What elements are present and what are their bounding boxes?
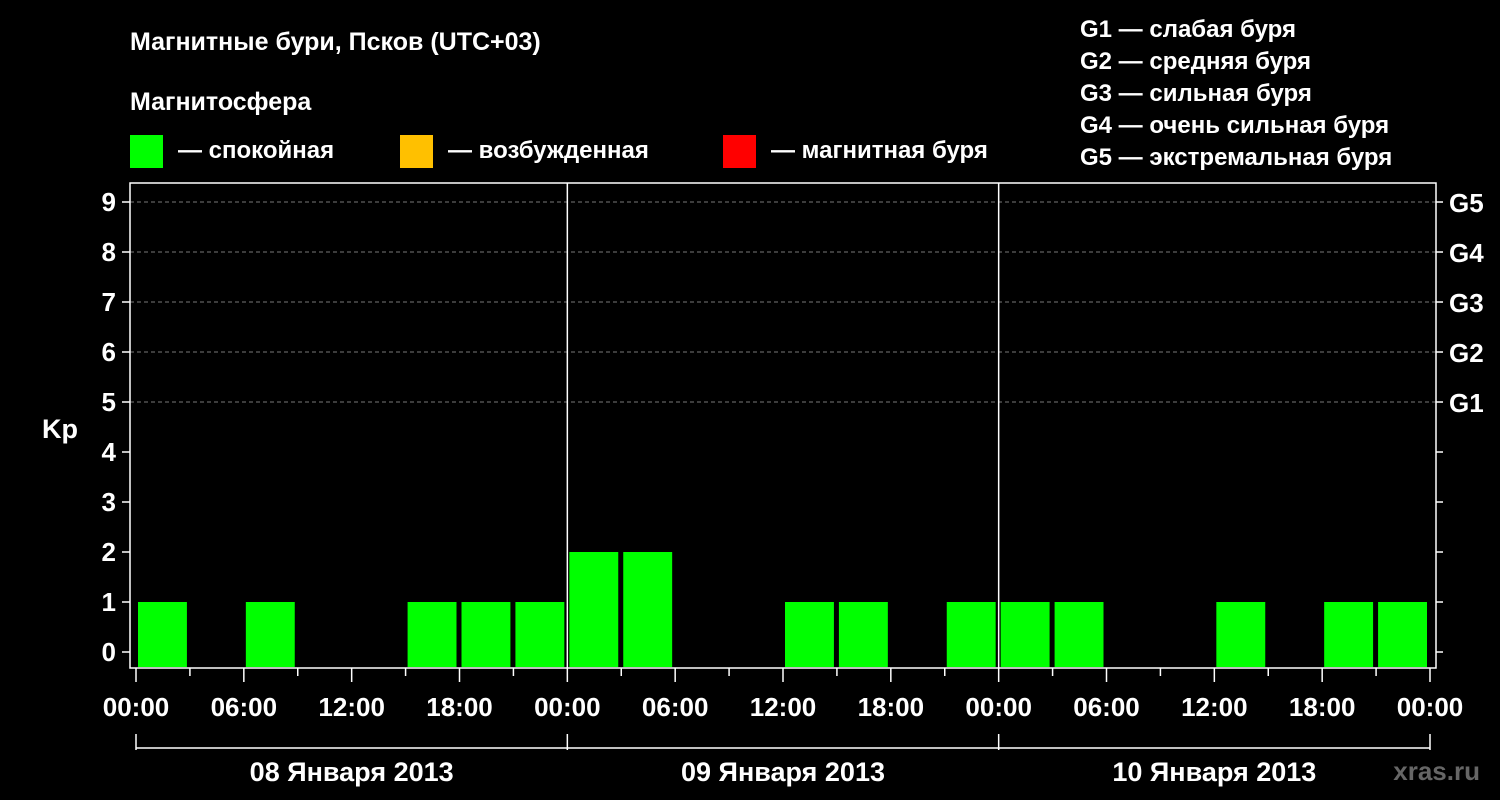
legend: — спокойная — возбужденная — магнитная бур… — [130, 135, 988, 168]
x-tick-label: 00:00 — [103, 692, 170, 722]
legend-swatch — [723, 135, 756, 168]
kp-bar — [623, 552, 673, 667]
x-tick-label: 00:00 — [534, 692, 601, 722]
legend-label: — спокойная — [178, 137, 334, 164]
g-level-label: G3 — [1449, 288, 1484, 318]
day-label: 09 Января 2013 — [681, 757, 885, 787]
kp-bar — [245, 602, 295, 667]
g-level-label: G2 — [1449, 338, 1484, 368]
kp-bar — [785, 602, 834, 667]
g-level-label: G1 — [1449, 388, 1484, 418]
kp-bar — [838, 602, 888, 667]
storm-scale-legend: G1 — слабая буря G2 — средняя буря G3 — си… — [1080, 16, 1392, 171]
kp-bar — [1054, 602, 1104, 667]
y-tick-label: 9 — [102, 187, 116, 217]
x-tick-label: 00:00 — [1397, 692, 1464, 722]
legend-swatch — [130, 135, 163, 168]
y-tick-label: 3 — [102, 487, 116, 517]
x-tick-label: 12:00 — [750, 692, 817, 722]
kp-bar — [138, 602, 187, 667]
kp-bar — [461, 602, 511, 667]
y-tick-label: 7 — [102, 287, 116, 317]
storm-scale-item: G2 — средняя буря — [1080, 48, 1311, 75]
x-tick-label: 06:00 — [211, 692, 278, 722]
kp-bar — [515, 602, 565, 667]
x-tick-label: 00:00 — [965, 692, 1032, 722]
day-label: 08 Января 2013 — [250, 757, 454, 787]
kp-bar — [946, 602, 996, 667]
kp-bar — [1324, 602, 1374, 667]
kp-bar — [1216, 602, 1266, 667]
kp-chart: Магнитные бури, Псков (UTC+03) Магнитосф… — [42, 16, 1484, 787]
plot-frame — [129, 182, 1437, 669]
kp-bar — [407, 602, 457, 667]
g-level-label: G5 — [1449, 188, 1484, 218]
y-tick-label: 8 — [102, 237, 116, 267]
watermark: xras.ru — [1393, 756, 1480, 786]
storm-scale-item: G4 — очень сильная буря — [1080, 112, 1389, 139]
y-tick-label: 4 — [102, 437, 117, 467]
y-tick-label: 2 — [102, 537, 116, 567]
x-tick-label: 12:00 — [318, 692, 385, 722]
x-tick-label: 12:00 — [1181, 692, 1248, 722]
storm-scale-item: G5 — экстремальная буря — [1080, 144, 1392, 171]
kp-bar — [1378, 602, 1427, 667]
x-tick-label: 06:00 — [642, 692, 709, 722]
storm-scale-item: G1 — слабая буря — [1080, 16, 1296, 43]
x-tick-label: 18:00 — [1289, 692, 1356, 722]
y-axis-label: Kp — [42, 414, 78, 444]
y-tick-label: 5 — [102, 387, 116, 417]
x-tick-label: 18:00 — [426, 692, 493, 722]
y-tick-label: 6 — [102, 337, 116, 367]
y-tick-label: 0 — [102, 637, 116, 667]
storm-scale-item: G3 — сильная буря — [1080, 80, 1312, 107]
y-tick-label: 1 — [102, 587, 116, 617]
chart-title: Магнитные бури, Псков (UTC+03) — [130, 28, 541, 56]
legend-label: — возбужденная — [448, 137, 649, 164]
day-label: 10 Января 2013 — [1112, 757, 1316, 787]
x-tick-label: 18:00 — [858, 692, 925, 722]
g-level-label: G4 — [1449, 238, 1484, 268]
plot-area: 0 1 2 3 4 5 6 7 8 9 G1 G2 G3 G4 G5 00:00 06:00 12:00 18:00… — [102, 182, 1484, 787]
legend-label: — магнитная буря — [771, 137, 988, 164]
kp-bar — [1000, 602, 1050, 667]
magnetosphere-label: Магнитосфера — [130, 88, 312, 116]
kp-bar — [569, 552, 619, 667]
x-tick-label: 06:00 — [1073, 692, 1140, 722]
legend-swatch — [400, 135, 433, 168]
